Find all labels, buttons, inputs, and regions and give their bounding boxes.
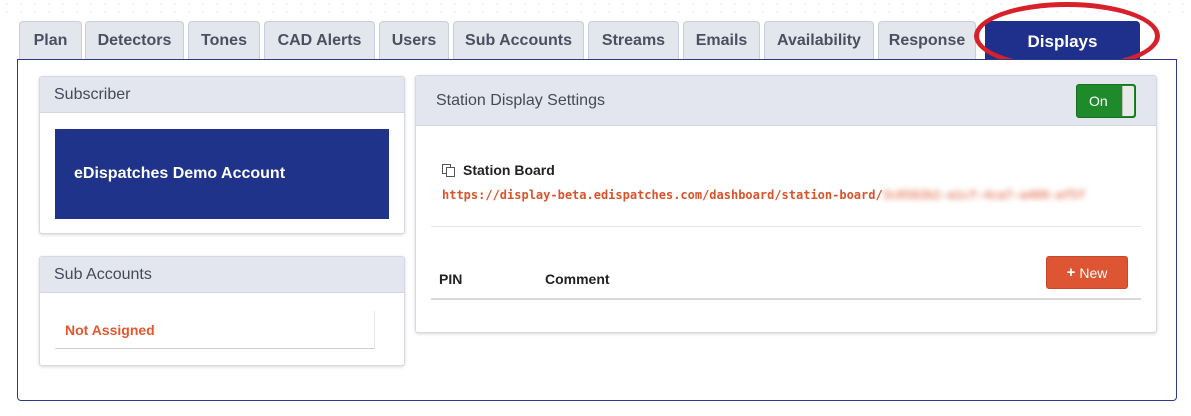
tab-response[interactable]: Response [878,21,976,59]
subscriber-card: Subscriber eDispatches Demo Account [39,76,405,234]
toggle-label: On [1089,92,1108,109]
tab-tones[interactable]: Tones [188,21,260,59]
main-panel: Subscriber eDispatches Demo Account Sub … [17,59,1177,401]
tab-displays[interactable]: Displays [985,21,1140,61]
station-display-card: Station Display Settings On Station Boar… [415,75,1157,333]
toggle-knob[interactable] [1122,85,1134,116]
station-display-title: Station Display Settings [436,91,605,109]
tab-sub-accounts[interactable]: Sub Accounts [453,21,584,59]
sub-account-item-label: Not Assigned [65,321,155,338]
sub-account-item: Not Assigned [55,311,375,349]
station-board-url-redacted: 3c0502b2-a1cf-4ca7-a400-af5f [882,188,1085,202]
station-display-card-header: Station Display Settings On [416,76,1156,126]
table-header-underline [431,298,1141,300]
station-board-title: Station Board [463,162,555,178]
new-pin-button[interactable]: + New [1046,256,1128,289]
tab-availability[interactable]: Availability [764,21,874,59]
copy-icon[interactable] [442,163,455,177]
comment-column-header: Comment [545,271,610,287]
tab-detectors[interactable]: Detectors [85,21,184,59]
station-board-heading: Station Board [442,162,555,178]
top-dotted-border [0,0,1191,14]
plus-icon: + [1066,264,1076,281]
tab-streams[interactable]: Streams [588,21,679,59]
tab-users[interactable]: Users [379,21,449,59]
tab-plan[interactable]: Plan [19,21,82,59]
subscriber-account-box: eDispatches Demo Account [55,129,389,219]
tab-cad-alerts[interactable]: CAD Alerts [264,21,375,59]
section-divider [431,226,1141,227]
subscriber-card-header: Subscriber [40,77,404,113]
station-board-url-text: https://display-beta.edispatches.com/das… [442,188,883,202]
sub-accounts-card-title: Sub Accounts [54,265,152,283]
subscriber-card-title: Subscriber [54,85,131,103]
station-board-url[interactable]: https://display-beta.edispatches.com/das… [442,188,1085,202]
sub-accounts-card-header: Sub Accounts [40,257,404,293]
station-display-toggle[interactable]: On [1076,83,1136,118]
subscriber-account-name: eDispatches Demo Account [74,165,286,182]
tab-emails[interactable]: Emails [683,21,760,59]
new-button-label: New [1079,264,1108,281]
sub-accounts-card: Sub Accounts Not Assigned [39,256,405,366]
pin-column-header: PIN [439,271,463,287]
